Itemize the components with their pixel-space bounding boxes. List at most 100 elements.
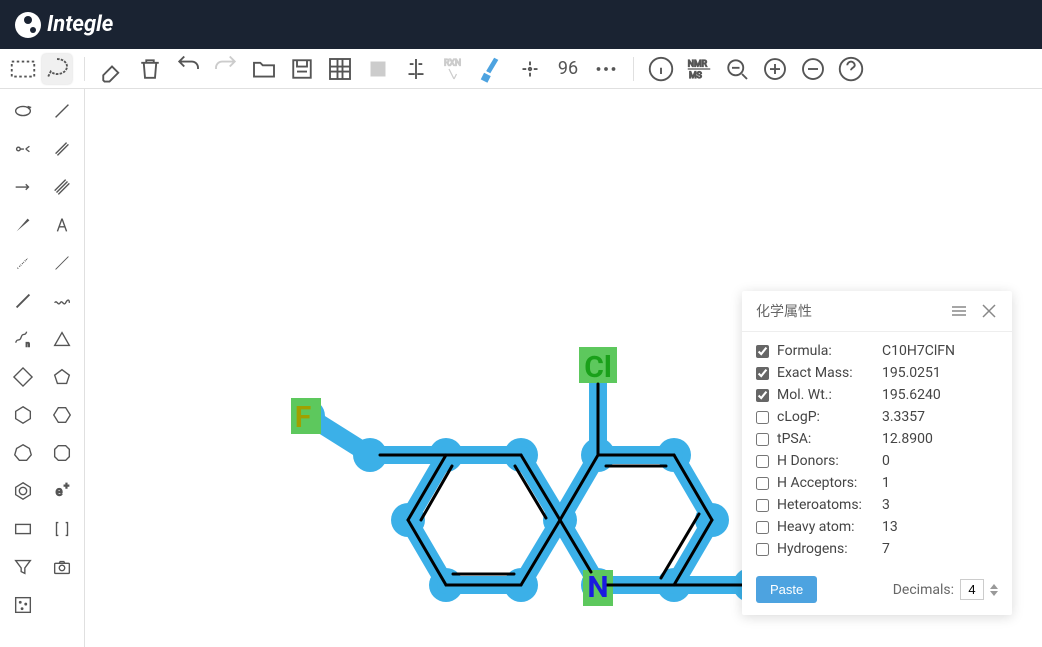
wedge-tool[interactable] [4, 207, 41, 243]
app-header: Integle [0, 0, 1042, 49]
property-value: 12.8900 [882, 431, 933, 447]
map-tool[interactable] [4, 131, 41, 167]
open-icon[interactable] [249, 54, 279, 84]
hash-bond-tool[interactable] [4, 245, 41, 281]
camera-tool[interactable] [43, 549, 80, 585]
save-icon[interactable] [287, 54, 317, 84]
text-tool[interactable] [43, 207, 80, 243]
molecule-structure[interactable]: Cl F N [285, 314, 765, 624]
atom-n: N [587, 570, 608, 605]
text-96[interactable]: 96 [553, 54, 583, 84]
panel-title: 化学属性 [756, 301, 812, 321]
dots-tool[interactable] [4, 587, 41, 623]
property-row: Mol. Wt.:195.6240 [756, 384, 998, 406]
property-row: tPSA:12.8900 [756, 428, 998, 450]
center-icon[interactable] [515, 54, 545, 84]
more-icon[interactable] [591, 54, 621, 84]
property-row: Heavy atom:13 [756, 516, 998, 538]
select-rect-icon[interactable] [8, 54, 38, 84]
property-checkbox[interactable] [756, 477, 769, 490]
property-value: 7 [882, 541, 890, 557]
lasso-icon[interactable] [42, 54, 72, 84]
property-checkbox[interactable] [756, 543, 769, 556]
funnel-tool[interactable] [4, 549, 41, 585]
bracket-tool[interactable] [43, 511, 80, 547]
line-tool[interactable] [4, 283, 41, 319]
property-value: 3.3357 [882, 409, 925, 425]
decimals-input[interactable] [960, 579, 984, 600]
close-icon[interactable] [980, 302, 998, 320]
property-label: Hydrogens: [777, 541, 882, 557]
hexagon-tool[interactable] [4, 397, 41, 433]
box-tool[interactable] [4, 511, 41, 547]
zoom-fit-icon[interactable] [722, 54, 752, 84]
decimals-up[interactable] [990, 584, 998, 589]
chain-tool[interactable]: n [4, 321, 41, 357]
property-label: Exact Mass: [777, 365, 882, 381]
property-checkbox[interactable] [756, 389, 769, 402]
zoom-in-icon[interactable] [760, 54, 790, 84]
property-row: Exact Mass:195.0251 [756, 362, 998, 384]
property-value: 0 [882, 453, 890, 469]
svg-text:n: n [25, 339, 29, 348]
property-checkbox[interactable] [756, 433, 769, 446]
svg-text:MS: MS [689, 70, 702, 80]
align-icon[interactable] [401, 54, 431, 84]
octagon-tool[interactable] [43, 435, 80, 471]
property-checkbox[interactable] [756, 345, 769, 358]
properties-panel: 化学属性 Formula:C10H7ClFNExact Mass:195.025… [742, 291, 1012, 615]
property-checkbox[interactable] [756, 521, 769, 534]
single-bond-tool[interactable] [43, 93, 80, 129]
logo: Integle [15, 12, 113, 38]
info-icon[interactable] [646, 54, 676, 84]
nmr-ms-icon[interactable]: NMRMS [684, 54, 714, 84]
property-row: Formula:C10H7ClFN [756, 340, 998, 362]
arrow-tool[interactable] [4, 169, 41, 205]
properties-list: Formula:C10H7ClFNExact Mass:195.0251Mol.… [742, 332, 1012, 564]
property-label: Formula: [777, 343, 882, 359]
property-row: Hydrogens:7 [756, 538, 998, 560]
double-bond-tool[interactable] [43, 131, 80, 167]
property-checkbox[interactable] [756, 455, 769, 468]
property-checkbox[interactable] [756, 411, 769, 424]
redo-icon[interactable] [211, 54, 241, 84]
atom-cl: Cl [584, 350, 612, 385]
grid-icon[interactable] [325, 54, 355, 84]
rxn-icon[interactable]: RXN [439, 54, 469, 84]
up-bond-tool[interactable] [43, 245, 80, 281]
wavy-bond-tool[interactable] [43, 283, 80, 319]
charge-tool[interactable]: e+ [43, 473, 80, 509]
property-value: 13 [882, 519, 898, 535]
zoom-out-icon[interactable] [798, 54, 828, 84]
svg-text:e: e [55, 485, 62, 500]
rect-tool[interactable] [4, 359, 41, 395]
logo-text: Integle [47, 12, 113, 37]
menu-icon[interactable] [950, 302, 968, 320]
decimals-down[interactable] [990, 591, 998, 596]
rotate-tool[interactable] [4, 93, 41, 129]
property-label: cLogP: [777, 409, 882, 425]
pentagon-tool[interactable] [43, 359, 80, 395]
undo-icon[interactable] [173, 54, 203, 84]
hexagon2-tool[interactable] [43, 397, 80, 433]
property-checkbox[interactable] [756, 499, 769, 512]
property-checkbox[interactable] [756, 367, 769, 380]
logo-icon [15, 12, 41, 38]
property-value: 195.6240 [882, 387, 941, 403]
triple-bond-tool[interactable] [43, 169, 80, 205]
canvas[interactable]: Cl F N 化学属性 Formula:C10H7ClFNExact Mass:… [85, 89, 1042, 647]
help-icon[interactable] [836, 54, 866, 84]
heptagon-tool[interactable] [4, 435, 41, 471]
benzene-tool[interactable] [4, 473, 41, 509]
clean-icon[interactable] [477, 54, 507, 84]
svg-text:NMR: NMR [688, 59, 708, 69]
svg-text:RXN: RXN [444, 58, 461, 68]
property-row: H Donors:0 [756, 450, 998, 472]
atom-f: F [295, 400, 311, 435]
paste-button[interactable]: Paste [756, 576, 817, 603]
property-label: Mol. Wt.: [777, 387, 882, 403]
trash-icon[interactable] [135, 54, 165, 84]
eraser-icon[interactable] [97, 54, 127, 84]
fill-icon[interactable] [363, 54, 393, 84]
triangle-tool[interactable] [43, 321, 80, 357]
